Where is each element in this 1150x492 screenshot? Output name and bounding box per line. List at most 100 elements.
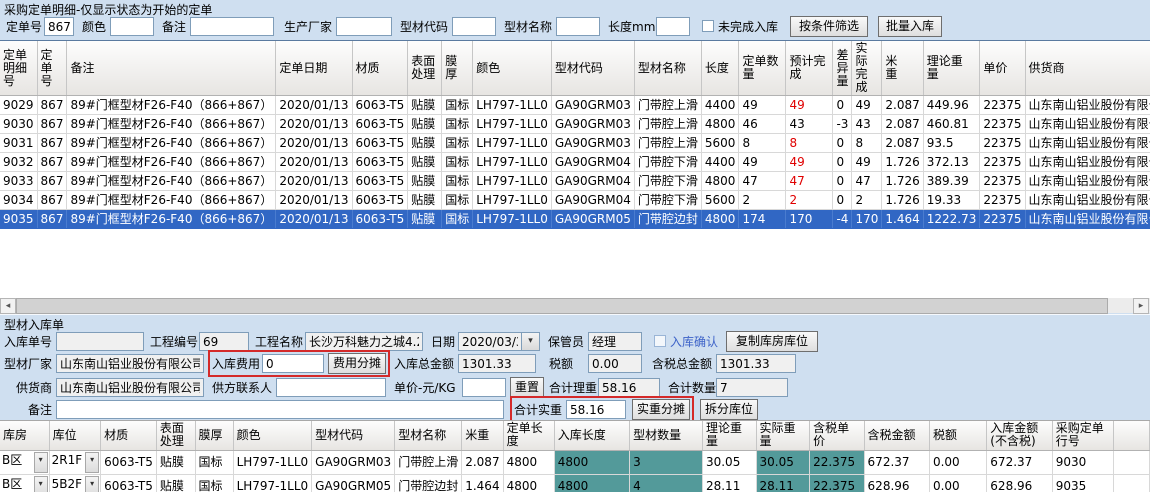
column-header[interactable]: 型材数量 (630, 421, 703, 450)
batch-inbound-button[interactable]: 批量入库 (878, 16, 942, 37)
filter-button[interactable]: 按条件筛选 (790, 16, 868, 37)
column-header[interactable]: 实际完成 (852, 41, 882, 96)
tax-field[interactable] (588, 354, 642, 373)
profile-name-input[interactable] (556, 17, 600, 36)
column-header[interactable]: 型材代码 (312, 421, 395, 450)
column-header[interactable]: 定单数量 (739, 41, 786, 96)
column-header[interactable]: 膜厚 (195, 421, 233, 450)
color-input[interactable] (110, 17, 154, 36)
inbound-fee-input[interactable] (262, 354, 324, 373)
profile-factory-field[interactable] (56, 354, 204, 373)
reset-button[interactable]: 重置 (510, 377, 544, 398)
table-row[interactable]: 903186789#门框型材F26-F40（866+867）2020/01/13… (0, 134, 1150, 153)
column-header[interactable]: 型材代码 (551, 41, 634, 96)
column-header[interactable]: 型材名称 (634, 41, 701, 96)
cell-dropdown[interactable]: 5B2F▾ (49, 474, 101, 492)
order-no-input[interactable] (44, 17, 74, 36)
manufacturer-input[interactable] (336, 17, 392, 36)
column-header[interactable]: 含税单价 (810, 421, 864, 450)
column-header[interactable]: 差异量 (833, 41, 852, 96)
table-row[interactable]: 903486789#门框型材F26-F40（866+867）2020/01/13… (0, 191, 1150, 210)
column-header[interactable]: 实际重量 (756, 421, 810, 450)
column-header[interactable]: 定单号 (37, 41, 67, 96)
length-input[interactable] (656, 17, 690, 36)
column-header[interactable]: 颜色 (233, 421, 312, 450)
table-row[interactable]: 903286789#门框型材F26-F40（866+867）2020/01/13… (0, 153, 1150, 172)
column-header[interactable]: 入库长度 (554, 421, 629, 450)
total-actual-weight-input[interactable] (566, 400, 626, 419)
cell: 5600 (701, 191, 739, 210)
column-header[interactable]: 表面处理 (156, 421, 195, 450)
column-header[interactable]: 材质 (352, 41, 408, 96)
inbound-no-field[interactable] (56, 332, 144, 351)
table-row[interactable]: B区▾2R1F▾6063-T5贴膜国标LH797-1LL0GA90GRM03门带… (0, 450, 1150, 474)
column-header[interactable]: 库位 (49, 421, 101, 450)
unfinished-checkbox[interactable] (702, 20, 714, 32)
column-header[interactable]: 长度 (701, 41, 739, 96)
column-header[interactable]: 型材名称 (395, 421, 462, 450)
date-dropdown-button[interactable]: ▾ (522, 332, 540, 351)
chevron-down-icon[interactable]: ▾ (85, 476, 99, 492)
unit-price-input[interactable] (462, 378, 506, 397)
fee-allocate-button[interactable]: 费用分摊 (328, 353, 386, 374)
column-header[interactable]: 含税金额 (864, 421, 929, 450)
column-header-filler (1114, 421, 1150, 450)
column-header[interactable]: 单价 (980, 41, 1025, 96)
copy-location-button[interactable]: 复制库房库位 (726, 331, 818, 352)
supplier-contact-input[interactable] (276, 378, 386, 397)
column-header[interactable]: 表面处理 (408, 41, 442, 96)
cell: 449.96 (923, 96, 980, 115)
date-field[interactable] (458, 332, 522, 351)
column-header[interactable]: 入库金额(不含税) (987, 421, 1052, 450)
profile-code-input[interactable] (452, 17, 496, 36)
chevron-down-icon[interactable]: ▾ (85, 452, 99, 473)
cell-dropdown[interactable]: 2R1F▾ (49, 450, 101, 474)
column-header[interactable]: 理论重量 (702, 421, 756, 450)
remark-input[interactable] (190, 17, 274, 36)
cell: GA90GRM03 (551, 115, 634, 134)
tax-incl-total-field[interactable] (716, 354, 796, 373)
column-header[interactable]: 库房 (0, 421, 49, 450)
total-qty-field[interactable] (716, 378, 788, 397)
scroll-right-button[interactable]: ▸ (1133, 298, 1149, 314)
column-header[interactable]: 备注 (67, 41, 276, 96)
inbound-confirm-checkbox[interactable] (654, 335, 666, 347)
column-header[interactable]: 米重 (882, 41, 923, 96)
column-header[interactable]: 定单长度 (503, 421, 554, 450)
column-header[interactable]: 供货商 (1025, 41, 1150, 96)
scrollbar-thumb[interactable] (16, 298, 1108, 314)
column-header[interactable]: 颜色 (473, 41, 552, 96)
scroll-left-button[interactable]: ◂ (0, 298, 16, 314)
table-row[interactable]: B区▾5B2F▾6063-T5贴膜国标LH797-1LL0GA90GRM05门带… (0, 474, 1150, 492)
chevron-down-icon[interactable]: ▾ (34, 452, 48, 473)
cell: 867 (37, 172, 67, 191)
total-theory-weight-field[interactable] (598, 378, 660, 397)
cell-dropdown[interactable]: B区▾ (0, 474, 49, 492)
column-header[interactable]: 定单明细号 (0, 41, 37, 96)
table-row[interactable]: 903586789#门框型材F26-F40（866+867）2020/01/13… (0, 210, 1150, 229)
split-location-button[interactable]: 拆分库位 (700, 399, 758, 420)
supplier-field[interactable] (56, 378, 204, 397)
cell: 门带腔下滑 (634, 153, 701, 172)
column-header[interactable]: 预计完成 (786, 41, 833, 96)
actual-weight-allocate-button[interactable]: 实重分摊 (632, 399, 690, 420)
chevron-down-icon[interactable]: ▾ (34, 476, 48, 492)
horizontal-scrollbar[interactable]: ◂ ▸ (0, 297, 1150, 313)
column-header[interactable]: 材质 (101, 421, 157, 450)
table-row[interactable]: 902986789#门框型材F26-F40（866+867）2020/01/13… (0, 96, 1150, 115)
column-header[interactable]: 膜厚 (442, 41, 473, 96)
cell: 2.087 (462, 450, 503, 474)
column-header[interactable]: 理论重量 (923, 41, 980, 96)
project-name-field[interactable] (305, 332, 423, 351)
column-header[interactable]: 采购定单行号 (1052, 421, 1113, 450)
table-row[interactable]: 903086789#门框型材F26-F40（866+867）2020/01/13… (0, 115, 1150, 134)
column-header[interactable]: 米重 (462, 421, 503, 450)
cell-dropdown[interactable]: B区▾ (0, 450, 49, 474)
column-header[interactable]: 税额 (929, 421, 986, 450)
bottom-remark-input[interactable] (56, 400, 504, 419)
keeper-field[interactable] (588, 332, 642, 351)
project-no-field[interactable] (199, 332, 249, 351)
inbound-total-field[interactable] (458, 354, 536, 373)
table-row[interactable]: 903386789#门框型材F26-F40（866+867）2020/01/13… (0, 172, 1150, 191)
column-header[interactable]: 定单日期 (276, 41, 352, 96)
